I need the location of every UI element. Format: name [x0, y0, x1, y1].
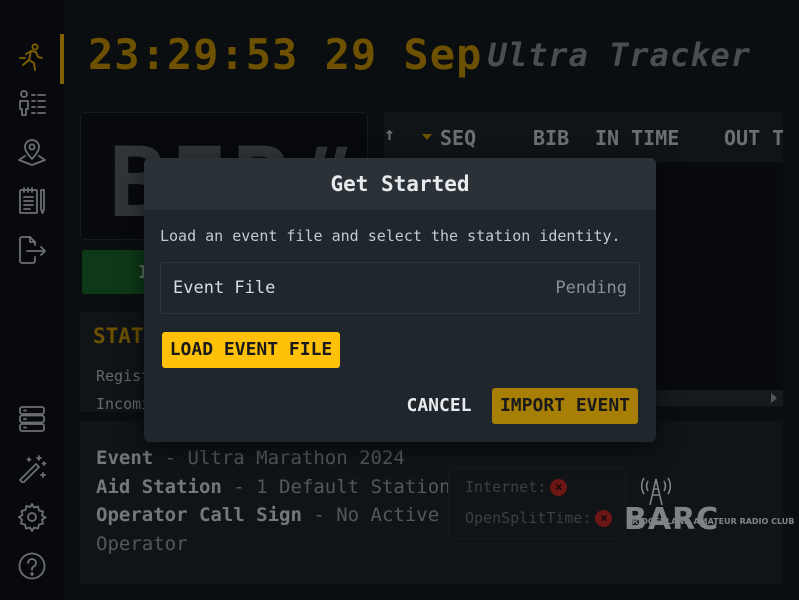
event-file-status: Pending — [555, 278, 627, 298]
load-event-file-button[interactable]: LOAD EVENT FILE — [162, 332, 340, 368]
dialog-description: Load an event file and select the statio… — [160, 227, 621, 245]
event-file-row: Event File Pending — [160, 262, 640, 314]
event-file-label: Event File — [173, 278, 276, 298]
cancel-button[interactable]: CANCEL — [398, 388, 480, 424]
get-started-dialog: Get Started Load an event file and selec… — [144, 158, 656, 442]
dialog-header: Get Started — [144, 158, 656, 210]
import-event-button[interactable]: IMPORT EVENT — [492, 388, 638, 424]
dialog-title: Get Started — [330, 172, 470, 196]
